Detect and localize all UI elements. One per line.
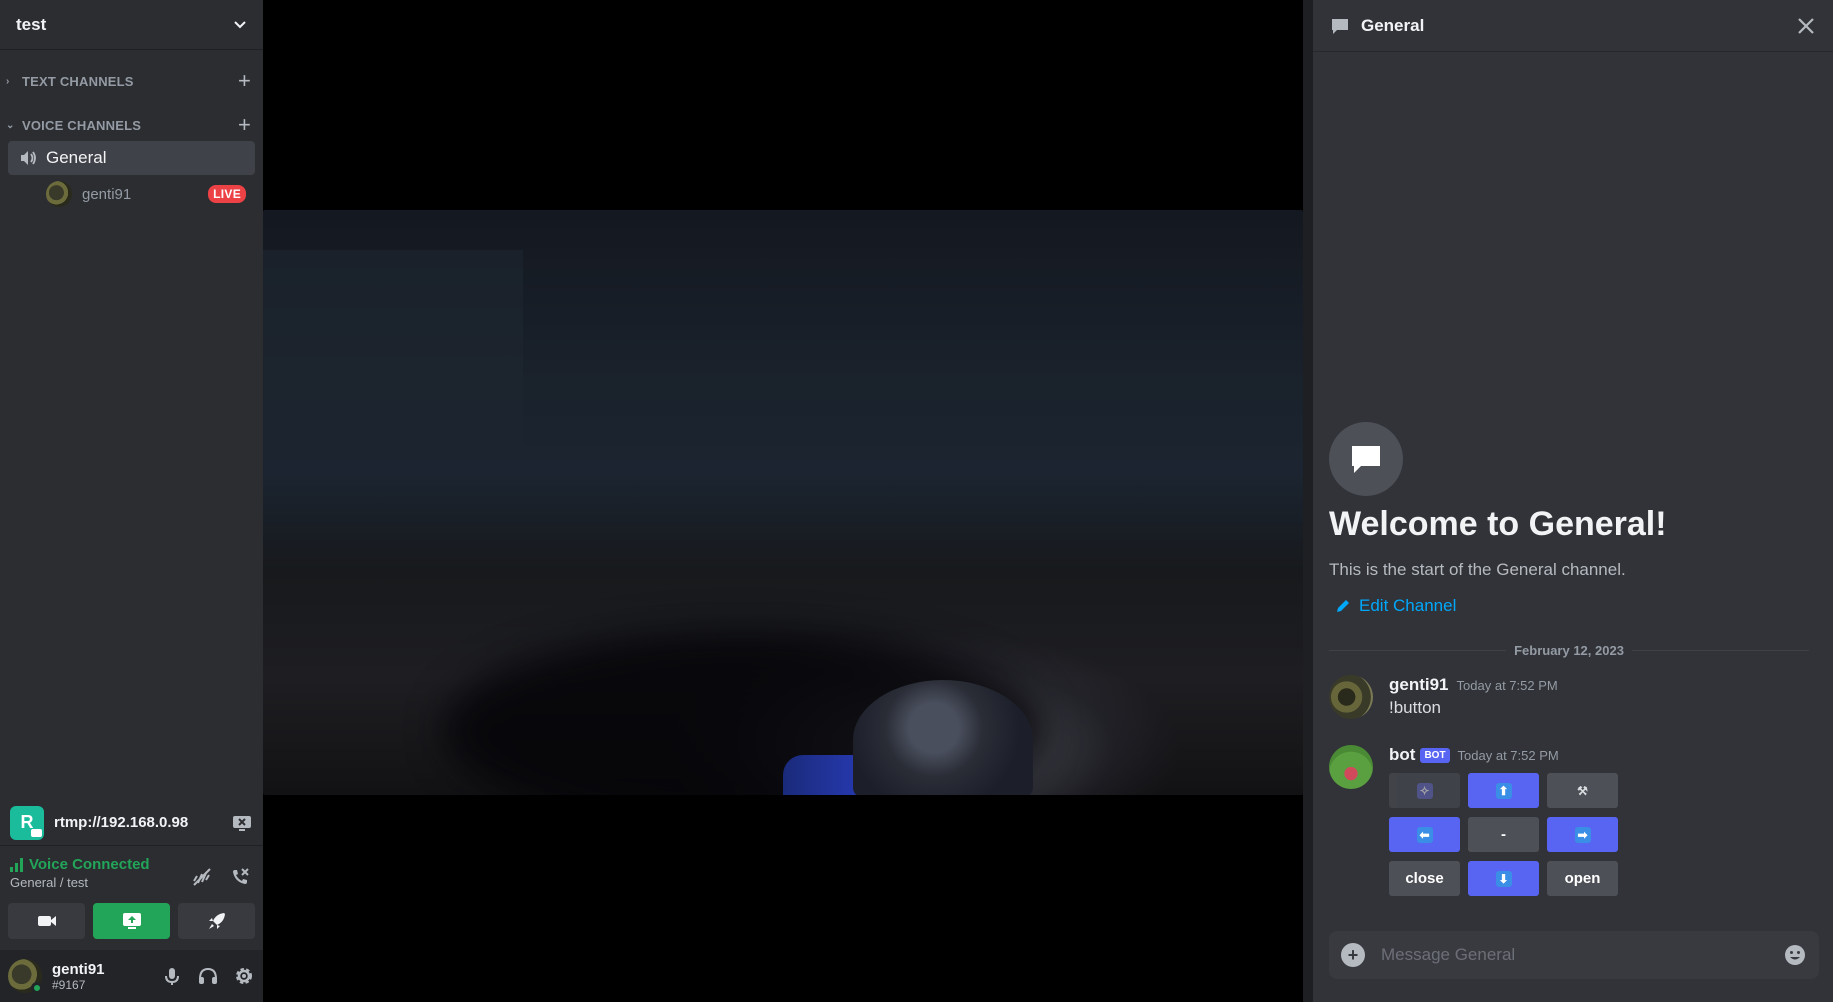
arrow-right-icon: ➡: [1574, 826, 1591, 843]
voice-status-panel: Voice Connected General / test: [0, 856, 263, 902]
rocket-icon: [208, 913, 225, 929]
message-composer: +: [1329, 931, 1819, 979]
noise-suppression-icon[interactable]: [191, 866, 213, 888]
chat-message: bot BOT Today at 7:52 PM ✧ ⬆ ⚒ ⬅ - ➡ clo…: [1329, 745, 1809, 896]
add-channel-icon[interactable]: +: [238, 114, 251, 136]
arrow-left-icon: ⬅: [1416, 826, 1433, 843]
disconnect-icon[interactable]: [229, 866, 251, 888]
sparkle-button[interactable]: ✧: [1389, 773, 1460, 808]
message-author[interactable]: bot: [1389, 745, 1415, 765]
video-content: [263, 250, 523, 450]
chat-header: General: [1313, 0, 1833, 52]
close-icon[interactable]: [1795, 15, 1817, 37]
channel-name: General: [46, 148, 107, 167]
speaker-icon: [21, 151, 36, 165]
live-badge: LIVE: [208, 185, 246, 203]
stream-source-bar: R rtmp://192.168.0.98: [0, 800, 263, 846]
add-attachment-icon[interactable]: +: [1341, 943, 1365, 967]
gear-icon[interactable]: [233, 965, 255, 987]
close-button[interactable]: close: [1389, 861, 1460, 896]
date-divider: February 12, 2023: [1329, 642, 1810, 658]
message-text: !button: [1389, 698, 1441, 717]
screen-share-icon: [122, 913, 141, 929]
server-header[interactable]: test: [0, 0, 263, 50]
arrow-left-button[interactable]: ⬅: [1389, 817, 1460, 852]
wand-icon: ⚒: [1577, 783, 1588, 798]
chat-bubble-icon: [1329, 422, 1403, 496]
headphones-icon[interactable]: [197, 965, 219, 987]
microphone-icon[interactable]: [161, 965, 183, 987]
button-label: open: [1564, 870, 1601, 887]
camera-button[interactable]: [8, 903, 85, 939]
voice-channel-general[interactable]: General: [8, 141, 255, 175]
category-label: VOICE CHANNELS: [22, 117, 142, 133]
voice-action-row: [8, 903, 255, 939]
dash-button[interactable]: -: [1468, 817, 1539, 852]
arrow-up-icon: ⬆: [1495, 782, 1512, 799]
sparkle-icon: ✧: [1416, 782, 1433, 799]
category-text-channels[interactable]: › TEXT CHANNELS +: [0, 69, 263, 93]
date-label: February 12, 2023: [1514, 642, 1624, 658]
arrow-down-button[interactable]: ⬇: [1468, 861, 1539, 896]
add-channel-icon[interactable]: +: [238, 70, 251, 92]
chevron-down-icon: ⌄: [6, 119, 15, 131]
pencil-icon: [1337, 600, 1349, 612]
online-status-icon: [31, 982, 43, 994]
screen-share-button[interactable]: [93, 903, 170, 939]
video-camera-icon: [37, 916, 56, 926]
message-timestamp: Today at 7:52 PM: [1457, 748, 1559, 763]
avatar[interactable]: [8, 959, 43, 994]
button-label: close: [1405, 870, 1444, 887]
open-button[interactable]: open: [1547, 861, 1618, 896]
user-panel: genti91 #9167: [0, 950, 263, 1002]
edit-channel-link[interactable]: Edit Channel: [1335, 596, 1456, 616]
wand-button[interactable]: ⚒: [1547, 773, 1618, 808]
bot-badge: BOT: [1420, 748, 1450, 763]
discord-app: test › TEXT CHANNELS + ⌄ VOICE CHANNELS …: [0, 0, 1833, 1002]
arrow-up-button[interactable]: ⬆: [1468, 773, 1539, 808]
stream-source-icon: R: [10, 805, 44, 840]
emoji-icon[interactable]: [1783, 943, 1807, 967]
chat-message: genti91 Today at 7:52 PM !button: [1329, 675, 1809, 719]
voice-user-item[interactable]: genti91 LIVE: [46, 180, 246, 208]
video-content: [853, 680, 1033, 795]
message-author[interactable]: genti91: [1389, 675, 1449, 695]
edit-channel-label: Edit Channel: [1359, 596, 1457, 615]
avatar: [46, 181, 72, 207]
chat-bubble-icon: [1352, 446, 1380, 473]
message-input[interactable]: [1381, 945, 1783, 965]
voice-user-name: genti91: [82, 185, 132, 203]
signal-icon: [10, 857, 23, 872]
arrow-right-button[interactable]: ➡: [1547, 817, 1618, 852]
welcome-title: Welcome to General!: [1329, 505, 1667, 543]
welcome-subtitle: This is the start of the General channel…: [1329, 560, 1626, 579]
stop-stream-icon[interactable]: [231, 812, 253, 834]
button-label: -: [1501, 826, 1506, 843]
component-button-grid: ✧ ⬆ ⚒ ⬅ - ➡ close ⬇ open: [1389, 773, 1618, 896]
user-name: genti91: [52, 960, 105, 978]
activities-button[interactable]: [178, 903, 255, 939]
chevron-down-icon: [234, 20, 246, 28]
stream-viewer: [263, 0, 1303, 1002]
chat-title: General: [1361, 15, 1425, 35]
stream-source-label: rtmp://192.168.0.98: [54, 814, 189, 831]
live-stream-video[interactable]: [263, 210, 1303, 795]
category-label: TEXT CHANNELS: [22, 73, 134, 89]
camera-mini-icon: [31, 828, 42, 837]
channel-sidebar: test › TEXT CHANNELS + ⌄ VOICE CHANNELS …: [0, 0, 263, 1002]
avatar[interactable]: [1329, 675, 1373, 719]
user-tag: #9167: [52, 977, 86, 992]
category-voice-channels[interactable]: ⌄ VOICE CHANNELS +: [0, 113, 263, 137]
message-timestamp: Today at 7:52 PM: [1456, 678, 1558, 693]
voice-status-title: Voice Connected: [29, 856, 150, 873]
avatar[interactable]: [1329, 745, 1373, 789]
chat-panel: General Welcome to General! This is the …: [1303, 0, 1833, 1002]
arrow-down-icon: ⬇: [1495, 870, 1512, 887]
chevron-right-icon: ›: [6, 75, 10, 87]
server-name: test: [16, 14, 47, 34]
chat-bubble-icon: [1332, 18, 1348, 34]
